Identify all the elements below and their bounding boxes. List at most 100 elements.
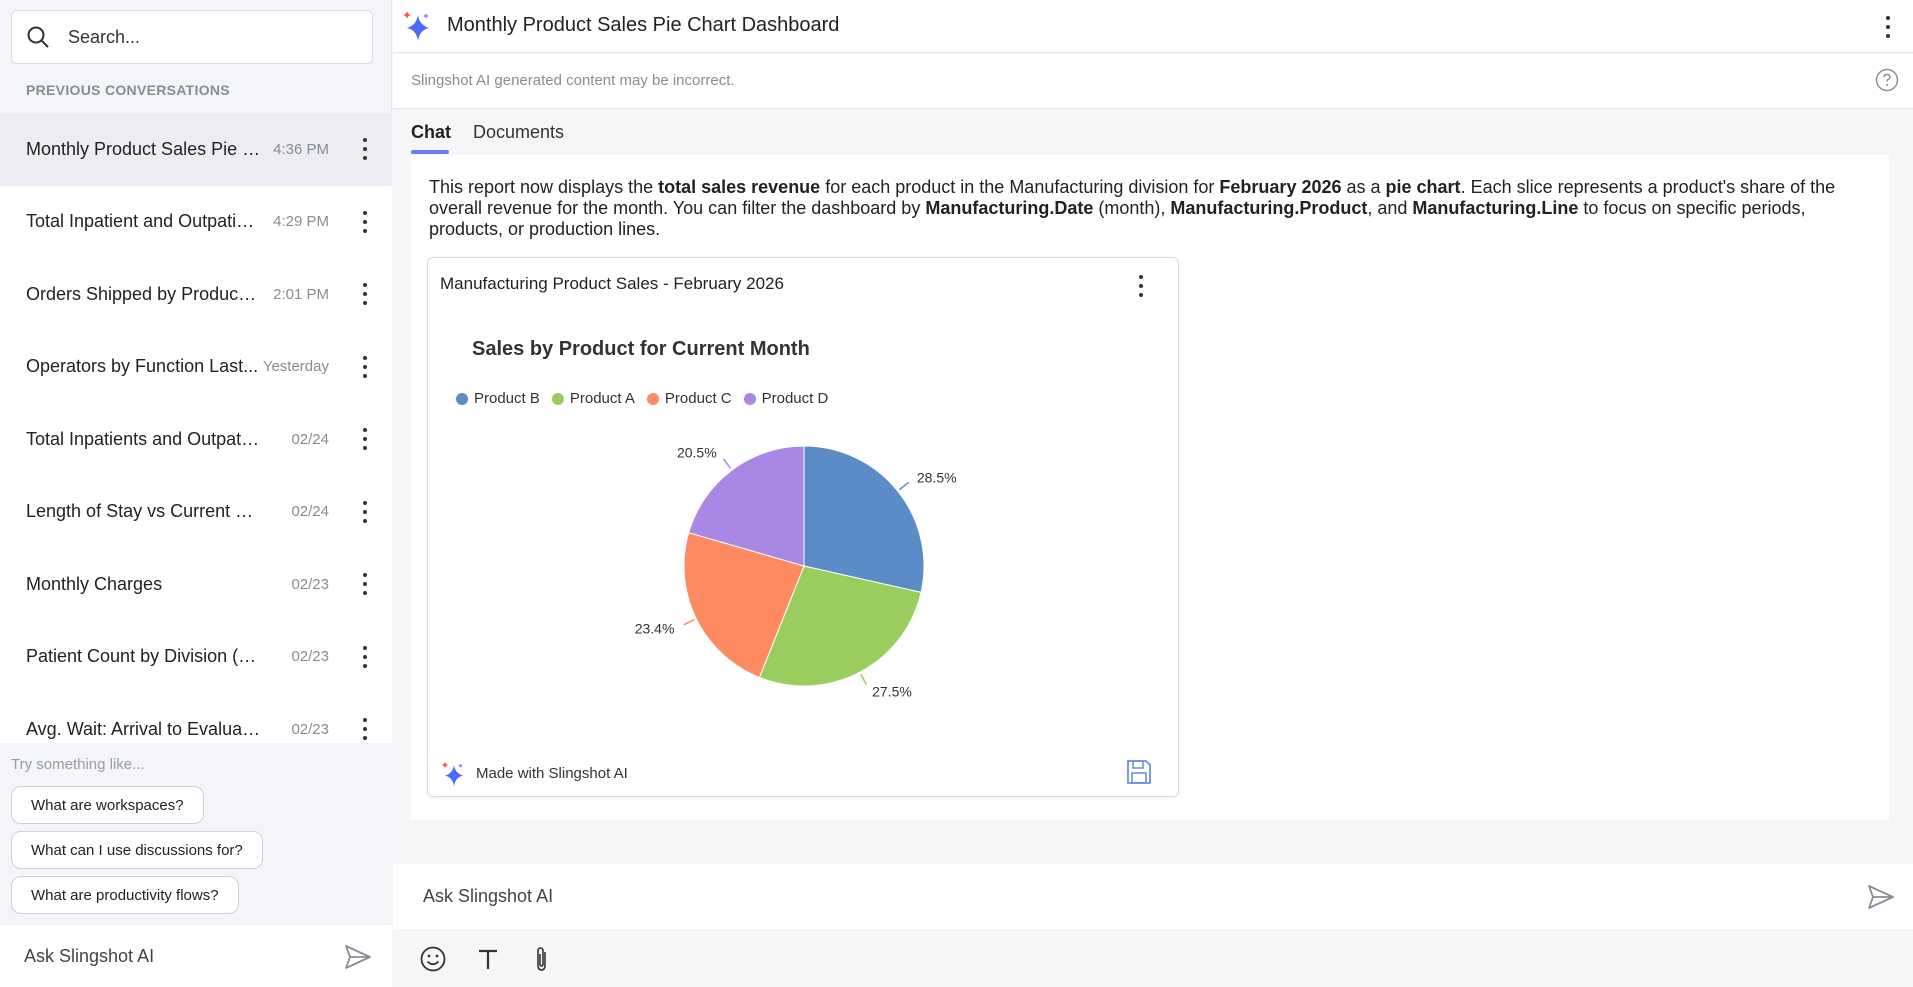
tab-documents[interactable]: Documents [473, 122, 564, 143]
legend-swatch [456, 392, 468, 405]
main-panel: Monthly Product Sales Pie Chart Dashboar… [393, 0, 1913, 987]
pie-data-label: 28.5% [917, 469, 957, 485]
composer-toolbar [393, 929, 1913, 987]
pie-chart: 28.5% 27.5% 23.4% 20.5% [635, 444, 957, 700]
legend-swatch [646, 392, 659, 405]
conversation-time: 4:29 PM [273, 213, 329, 231]
text-format-icon[interactable] [474, 945, 502, 973]
conversation-title: Operators by Function Last... [26, 356, 259, 377]
conversation-item[interactable]: Avg. Wait: Arrival to Evaluation 02/23 [0, 693, 392, 743]
sidebar-ask-input[interactable]: Ask Slingshot AI [0, 925, 392, 987]
conversation-time: 4:36 PM [273, 140, 329, 158]
header-menu-icon[interactable] [1885, 16, 1891, 38]
legend-label: Product A [569, 390, 635, 407]
pie-label-leader [722, 458, 732, 469]
conversation-time: 02/23 [291, 575, 329, 593]
help-icon[interactable] [1875, 68, 1899, 92]
conversation-menu-icon[interactable] [362, 718, 368, 741]
disclaimer-text: Slingshot AI generated content may be in… [411, 72, 735, 89]
conversation-time: 02/24 [291, 430, 329, 448]
conversation-title: Length of Stay vs Current Pati... [26, 501, 261, 522]
conversation-item[interactable]: Monthly Product Sales Pie C... 4:36 PM [0, 113, 392, 186]
legend-item[interactable]: Product D [743, 390, 829, 407]
conversation-menu-icon[interactable] [362, 573, 368, 596]
conversation-menu-icon[interactable] [362, 283, 368, 306]
conversation-list: Monthly Product Sales Pie C... 4:36 PM Tot… [0, 113, 392, 743]
conversation-time: Yesterday [262, 358, 329, 376]
chat-area: This report now displays the total sales… [411, 155, 1889, 820]
search-icon [27, 26, 49, 48]
conversation-menu-icon[interactable] [362, 210, 368, 233]
conversation-menu-icon[interactable] [362, 645, 368, 668]
made-with-label: Made with Slingshot AI [476, 765, 628, 782]
conversation-title: Total Inpatient and Outpatie... [26, 211, 261, 232]
conversation-title: Monthly Product Sales Pie C... [26, 138, 261, 159]
pie-label-leader [898, 481, 910, 491]
emoji-icon[interactable] [419, 945, 447, 973]
chart-title: Sales by Product for Current Month [472, 338, 810, 360]
tab-chat[interactable]: Chat [411, 122, 451, 143]
pie-label-leader [860, 673, 868, 685]
suggestions: Try something like... What are workspace… [0, 743, 392, 923]
suggestion-chip[interactable]: What are productivity flows? [11, 876, 239, 914]
tab-active-indicator [411, 150, 449, 154]
search-placeholder: Search... [68, 26, 141, 47]
conversation-menu-icon[interactable] [362, 355, 368, 378]
chat-input-placeholder: Ask Slingshot AI [423, 886, 554, 906]
conversation-time: 02/24 [291, 503, 329, 521]
conversation-item[interactable]: Orders Shipped by Product V... 2:01 PM [0, 258, 392, 331]
conversation-menu-icon[interactable] [362, 138, 368, 161]
conversation-title: Orders Shipped by Product V... [26, 283, 261, 304]
conversation-time: 02/23 [291, 720, 329, 738]
sidebar: Search... PREVIOUS CONVERSATIONS Monthly… [0, 0, 392, 987]
suggestion-chip[interactable]: What are workspaces? [11, 786, 204, 824]
legend-item[interactable]: Product A [551, 390, 635, 407]
send-icon[interactable] [344, 944, 372, 970]
conversation-item[interactable]: Patient Count by Division (Last... 02/23 [0, 620, 392, 693]
header: Monthly Product Sales Pie Chart Dashboar… [393, 0, 1913, 53]
chat-input[interactable]: Ask Slingshot AI [393, 864, 1913, 929]
pie-data-label: 27.5% [872, 684, 912, 700]
legend-item[interactable]: Product B [456, 390, 540, 407]
section-title: PREVIOUS CONVERSATIONS [26, 82, 230, 98]
legend-label: Product B [474, 390, 540, 407]
legend-item[interactable]: Product C [646, 390, 732, 407]
suggestion-chip[interactable]: What can I use discussions for? [11, 831, 263, 869]
page-title: Monthly Product Sales Pie Chart Dashboar… [447, 14, 840, 36]
legend-swatch [551, 392, 564, 405]
conversation-title: Patient Count by Division (Last... [26, 646, 261, 667]
card-menu-icon[interactable] [1138, 275, 1144, 297]
ai-message: This report now displays the total sales… [429, 177, 1836, 239]
chart-card: Manufacturing Product Sales - February 2… [427, 257, 1179, 797]
sparkle-icon [403, 11, 429, 41]
conversation-time: 2:01 PM [273, 285, 329, 303]
conversation-title: Avg. Wait: Arrival to Evaluation [26, 718, 261, 739]
search-input[interactable]: Search... [11, 10, 373, 64]
legend-label: Product D [761, 390, 829, 407]
conversation-item[interactable]: Total Inpatients and Outpatien... 02/24 [0, 403, 392, 476]
save-icon[interactable] [1126, 759, 1152, 785]
sidebar-ask-placeholder: Ask Slingshot AI [24, 945, 155, 966]
conversation-time: 02/23 [291, 648, 329, 666]
attachment-icon[interactable] [528, 945, 556, 973]
conversation-title: Monthly Charges [26, 573, 163, 594]
conversation-item[interactable]: Total Inpatient and Outpatie... 4:29 PM [0, 185, 392, 258]
conversation-item[interactable]: Operators by Function Last... Yesterday [0, 330, 392, 403]
legend-label: Product C [664, 390, 732, 407]
tabs: Chat Documents [393, 110, 1913, 155]
conversation-title: Total Inpatients and Outpatien... [26, 428, 261, 449]
pie-data-label: 20.5% [677, 444, 717, 460]
sparkle-icon [441, 761, 464, 787]
chart-legend: Product B Product A Product C Product D [456, 390, 840, 407]
send-icon[interactable] [1867, 884, 1895, 910]
pie-label-leader [683, 618, 695, 626]
conversation-item[interactable]: Length of Stay vs Current Pati... 02/24 [0, 475, 392, 548]
conversation-menu-icon[interactable] [362, 428, 368, 451]
try-label: Try something like... [11, 756, 145, 773]
conversation-menu-icon[interactable] [362, 500, 368, 523]
pie-data-label: 23.4% [635, 620, 675, 636]
disclaimer-bar: Slingshot AI generated content may be in… [393, 54, 1913, 109]
legend-swatch [743, 392, 756, 405]
conversation-item[interactable]: Monthly Charges 02/23 [0, 548, 392, 621]
card-title: Manufacturing Product Sales - February 2… [440, 274, 784, 293]
